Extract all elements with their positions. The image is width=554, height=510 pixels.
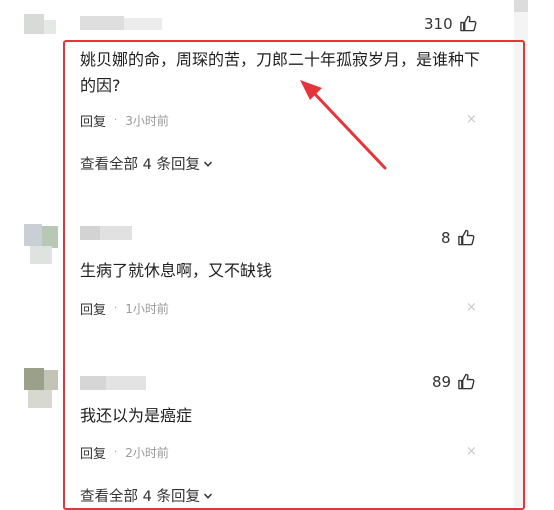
annotation-arrow (300, 80, 387, 170)
